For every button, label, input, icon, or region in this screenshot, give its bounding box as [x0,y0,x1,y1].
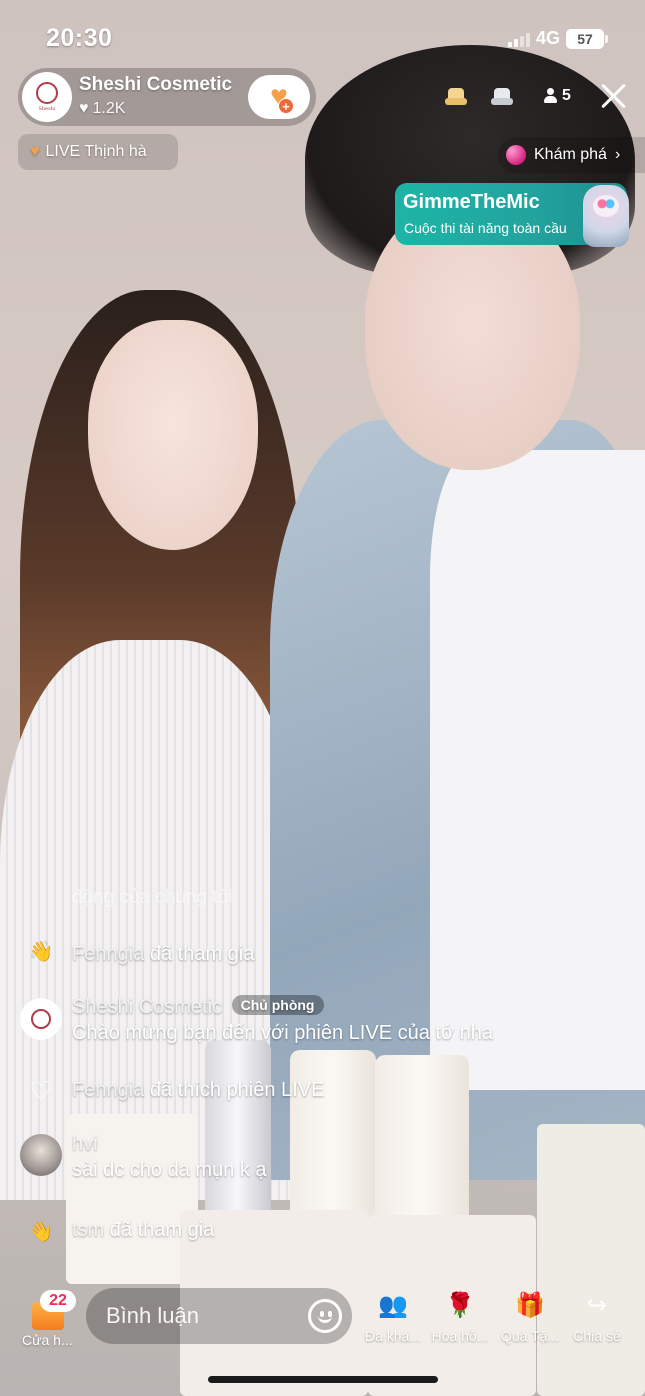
viewer-count-value: 5 [562,87,571,104]
multi-guest-icon: 👥 [378,1291,408,1319]
close-icon[interactable] [597,80,629,112]
comment-input[interactable]: Bình luận [86,1288,352,1344]
video-person-right-tee [430,450,645,1090]
seat-silver-icon[interactable] [491,88,513,106]
orange-heart-icon: ♥ [30,143,40,160]
chat-text: đã thích phiên LIVE [149,1079,325,1101]
chevron-right-icon: › [614,146,621,163]
chat-user: Fenngia [72,943,145,965]
promo-subtitle: Cuộc thi tài năng toàn cầu [404,220,567,236]
seat-gold-icon[interactable] [445,88,467,106]
host-likes: ♥ 1.2K [79,100,125,118]
product-conditioner-box [537,1124,645,1396]
chat-message-text: sài dc cho da mụn k ạ [72,1159,267,1181]
shop-label: Cửa h... [22,1332,73,1348]
promo-title: GimmeTheMic [403,191,540,213]
chat-avatar[interactable] [20,1134,62,1176]
live-ranking-tag[interactable]: ♥ LIVE Thịnh hà [18,134,178,170]
follow-heart-icon: ♥ + [270,82,294,114]
chat-message: Fenngia đã thích phiên LIVE [72,1077,324,1103]
faded-chat-text: động của chúng tôi. [72,887,238,908]
gift-icon: 🎁 [515,1291,545,1319]
rose-label: Hoa hồ... [431,1328,489,1344]
viewer-count[interactable]: 5 [544,87,571,105]
heart-outline-icon: ♡ [29,1075,53,1106]
host-avatar[interactable]: Sheshi [22,72,72,122]
multi-guest-label: Đa khá... [364,1328,422,1344]
battery-icon: 57 [566,28,609,49]
emoji-icon[interactable] [308,1299,342,1333]
chat-text: đã tham gia [149,943,255,965]
follow-button[interactable]: ♥ + [248,75,310,119]
chat-text: đã tham gia [109,1219,215,1241]
promo-banner[interactable]: GimmeTheMic Cuộc thi tài năng toàn cầu [395,183,629,247]
chat-message: Sheshi Cosmetic Chủ phòng [72,994,324,1020]
multi-guest-button[interactable]: 👥 Đa khá... [359,1288,427,1345]
chat-message: hvi [72,1131,98,1157]
chat-user: Fenngia [72,1079,145,1101]
signal-icon [508,31,530,47]
network-type: 4G [536,28,561,48]
video-person-left-face [88,320,258,550]
gift-label: Quà Tặ... [500,1328,560,1344]
host-badge: Chủ phòng [231,995,324,1016]
chat-message-text: Chào mừng bạn đến với phiên LIVE của tớ … [72,1022,493,1044]
explore-button[interactable]: Khám phá › [498,137,645,173]
explore-ball-icon [506,145,526,165]
chat-avatar[interactable] [20,998,62,1040]
gift-button[interactable]: 🎁 Quà Tặ... [496,1288,564,1345]
explore-label: Khám phá [534,146,607,163]
home-indicator[interactable] [208,1376,438,1383]
chat-user: Sheshi Cosmetic [72,996,223,1018]
share-icon: ↪ [586,1291,608,1319]
chat-user: hvi [72,1133,98,1155]
chat-message: Fenngia đã tham gia [72,941,254,967]
host-info-pill[interactable]: Sheshi Sheshi Cosmetic ♥ 1.2K ♥ + [18,68,316,126]
chat-user: tsm [72,1219,105,1241]
status-indicators: 4G 57 [508,28,609,49]
host-likes-count: 1.2K [92,100,126,117]
share-label: Chia sẻ [573,1328,621,1344]
plus-icon: + [277,98,294,114]
person-icon [544,88,557,104]
host-name: Sheshi Cosmetic [79,74,233,95]
share-button[interactable]: ↪ Chia sẻ [563,1288,631,1345]
status-time: 20:30 [46,24,113,52]
rose-button[interactable]: 🌹 Hoa hồ... [426,1288,494,1345]
bottom-bar: 22 Cửa h... Bình luận 👥 Đa khá... 🌹 Hoa … [0,1282,645,1354]
heart-icon: ♥ [79,100,89,117]
live-tag-label: LIVE Thịnh hà [45,143,147,160]
comment-placeholder: Bình luận [106,1303,199,1328]
rose-icon: 🌹 [445,1291,475,1319]
mascot-icon [583,185,629,247]
wave-icon: 👋 [28,1220,54,1243]
wave-icon: 👋 [28,940,54,963]
shop-count-badge: 22 [40,1290,76,1312]
chat-message: tsm đã tham gia [72,1217,214,1243]
